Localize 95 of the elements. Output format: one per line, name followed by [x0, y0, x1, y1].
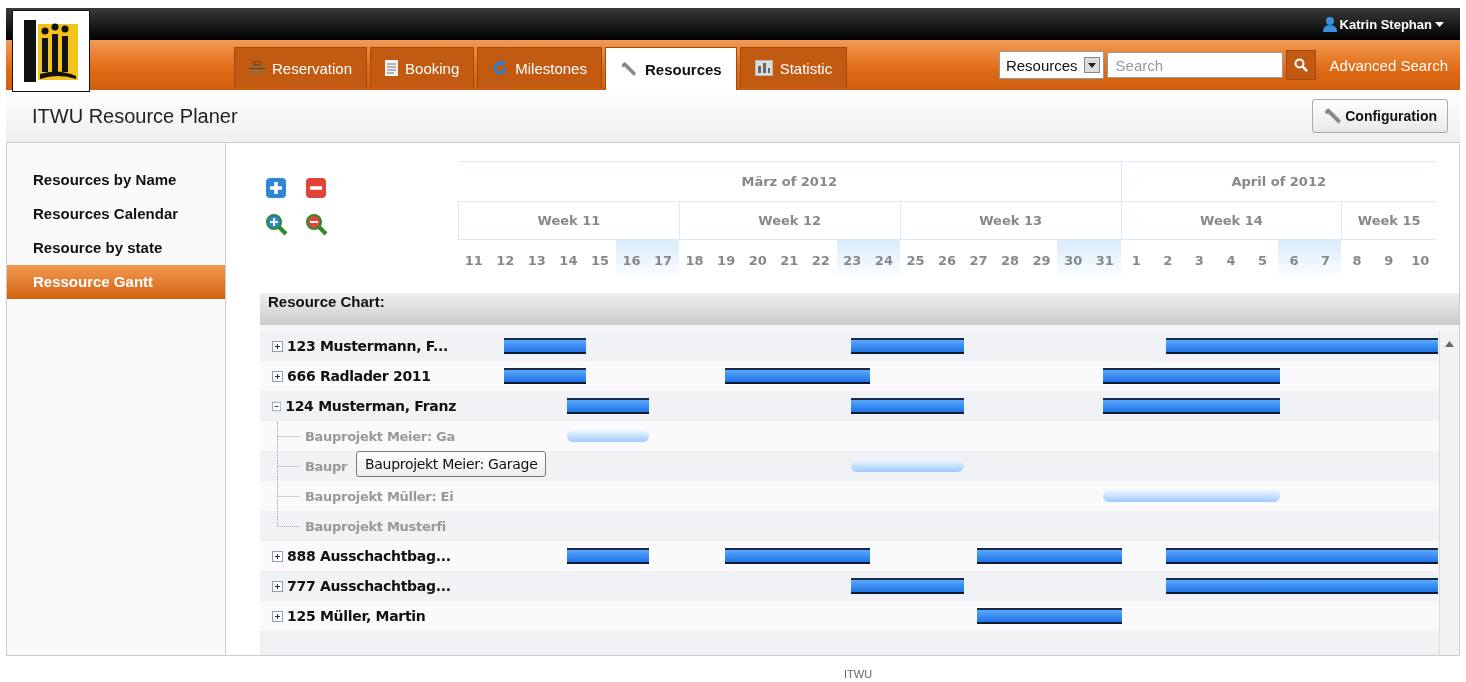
expand-icon[interactable]: [272, 370, 283, 382]
page-title: ITWU Resource Planer: [32, 104, 238, 128]
day-header: 7: [1309, 240, 1342, 280]
day-header: 15: [589, 251, 610, 270]
resource-name[interactable]: 124 Musterman, Franz: [285, 398, 456, 414]
day-header: 16: [615, 240, 648, 280]
nav-tab[interactable]: Milestones: [477, 47, 602, 88]
collapse-icon[interactable]: [272, 400, 282, 412]
scrollbar[interactable]: [1439, 331, 1459, 655]
day-header: 19: [716, 251, 737, 270]
day-header: 29: [1031, 251, 1052, 270]
resource-name[interactable]: 666 Radlader 2011: [287, 368, 431, 384]
month-header: März of 2012: [458, 162, 1121, 202]
booking-bar[interactable]: [503, 368, 586, 384]
chart-icon: [754, 60, 773, 76]
zoom-in-icon[interactable]: [265, 213, 289, 237]
booking-bar[interactable]: [976, 608, 1123, 624]
day-header: 11: [463, 251, 484, 270]
day-header: 13: [526, 251, 547, 270]
booking-bar[interactable]: [850, 338, 965, 354]
configuration-button[interactable]: Configuration: [1312, 99, 1448, 133]
day-header: 23: [836, 240, 869, 280]
day-header: 8: [1351, 251, 1363, 270]
day-header: 14: [558, 251, 579, 270]
chart-header: Resource Chart:: [260, 293, 1459, 325]
sidebar-item[interactable]: Resources by Name: [7, 163, 225, 197]
day-header: 12: [495, 251, 516, 270]
day-header: 27: [968, 251, 989, 270]
nav-tab[interactable]: Booking: [370, 47, 475, 88]
month-header: April of 2012: [1120, 162, 1436, 202]
search-icon: [1293, 58, 1308, 72]
booking-bar[interactable]: [1166, 578, 1438, 594]
day-header: 22: [810, 251, 831, 270]
sidebar-item[interactable]: Resources Calendar: [7, 197, 225, 231]
resource-name[interactable]: 888 Ausschachtbag...: [287, 548, 451, 564]
booking-bar[interactable]: [1103, 398, 1280, 414]
day-header: 25: [905, 251, 926, 270]
search-field[interactable]: Search: [1106, 52, 1283, 78]
booking-bar[interactable]: [976, 548, 1123, 564]
briefcase-icon: [249, 61, 265, 75]
day-header: 18: [684, 251, 705, 270]
add-icon[interactable]: [265, 177, 287, 199]
tooltip: Bauprojekt Meier: Garage: [356, 451, 547, 477]
booking-bar[interactable]: [1103, 368, 1280, 384]
day-header: 26: [936, 251, 958, 270]
day-header: 4: [1225, 251, 1237, 270]
logo-icon[interactable]: [12, 10, 90, 92]
user-menu[interactable]: Katrin Stephan: [1322, 16, 1444, 32]
tree-connector: [277, 451, 301, 481]
expand-icon[interactable]: [272, 340, 283, 352]
day-header: 30: [1057, 240, 1089, 280]
day-header: 9: [1383, 251, 1395, 270]
day-header: 31: [1088, 240, 1121, 280]
day-header: 5: [1256, 251, 1268, 270]
booking-bar[interactable]: [566, 548, 649, 564]
scroll-up-icon[interactable]: [1445, 341, 1454, 347]
resource-name[interactable]: 125 Müller, Martin: [287, 608, 426, 624]
booking-bar[interactable]: [850, 398, 965, 414]
expand-icon[interactable]: [272, 610, 283, 622]
expand-icon[interactable]: [272, 580, 283, 592]
refresh-icon: [492, 60, 509, 76]
booking-bar[interactable]: [566, 398, 649, 414]
booking-bar[interactable]: [724, 368, 870, 384]
booking-bar[interactable]: [503, 338, 586, 354]
day-header: 3: [1193, 251, 1205, 270]
day-header: 21: [779, 251, 800, 270]
booking-bar[interactable]: [1166, 548, 1438, 564]
booking-bar[interactable]: [1166, 338, 1438, 354]
zoom-out-icon[interactable]: [305, 213, 329, 237]
day-header: 2: [1162, 251, 1174, 270]
tree-connector: [277, 421, 301, 451]
day-header: 24: [868, 240, 900, 280]
day-header: 20: [747, 251, 768, 270]
sidebar-item[interactable]: Resource by state: [7, 231, 225, 265]
document-icon: [385, 60, 399, 76]
day-header: 17: [647, 240, 679, 280]
caret-icon: [1435, 21, 1444, 27]
resource-name[interactable]: 123 Mustermann, F...: [287, 338, 449, 354]
day-header: 1: [1130, 251, 1142, 270]
day-header: 10: [1410, 251, 1431, 270]
resource-name[interactable]: 777 Ausschachtbag...: [287, 578, 451, 594]
nav-tab[interactable]: Reservation: [234, 47, 368, 88]
search-button[interactable]: [1285, 50, 1316, 80]
day-header: 28: [1000, 251, 1021, 270]
booking-bar[interactable]: [850, 578, 965, 594]
day-header: 6: [1278, 240, 1310, 280]
week-header: Week 15: [1341, 202, 1436, 240]
scope-dropdown[interactable]: Resources: [998, 51, 1104, 79]
nav-tab[interactable]: Resources: [604, 47, 737, 90]
expand-icon[interactable]: [272, 550, 283, 562]
nav-tab[interactable]: Statistic: [739, 47, 848, 88]
user-icon: [1322, 16, 1337, 32]
footer-text: ITWU: [6, 655, 1460, 682]
remove-icon[interactable]: [305, 177, 327, 199]
booking-bar[interactable]: [724, 548, 870, 564]
